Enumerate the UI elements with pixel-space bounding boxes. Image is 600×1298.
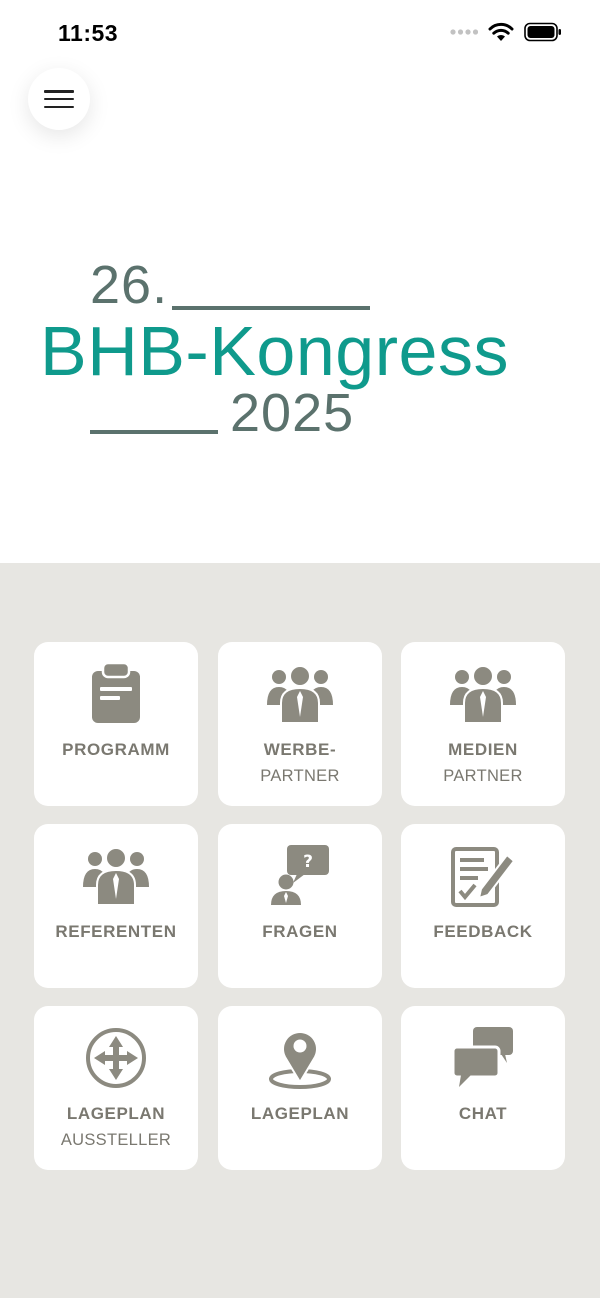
tile-sublabel: PARTNER	[443, 767, 523, 785]
tile-referenten[interactable]: REFERENTEN	[34, 824, 198, 988]
question-bubble-icon: ?	[269, 844, 331, 908]
group-icon	[266, 662, 334, 726]
tile-label: REFERENTEN	[55, 922, 177, 941]
tile-label: FEEDBACK	[433, 922, 533, 941]
tile-feedback[interactable]: FEEDBACK	[401, 824, 565, 988]
tile-label: MEDIEN	[448, 740, 518, 759]
clipboard-icon	[90, 662, 142, 726]
tile-chat[interactable]: CHAT	[401, 1006, 565, 1170]
tile-label: WERBE-	[263, 740, 337, 759]
tile-programm[interactable]: PROGRAMM	[34, 642, 198, 806]
signal-dots-icon	[450, 29, 478, 35]
map-pin-icon	[268, 1026, 332, 1090]
hamburger-icon	[44, 90, 74, 108]
logo-edition: 26.	[90, 255, 169, 315]
compass-arrows-icon	[85, 1026, 147, 1090]
menu-button[interactable]	[28, 68, 90, 130]
status-bar: 11:53	[0, 0, 600, 70]
tile-label: LAGEPLAN	[250, 1104, 350, 1123]
logo-line-top	[172, 306, 370, 310]
tile-sublabel: PARTNER	[260, 767, 340, 785]
menu-grid: PROGRAMM WERBE- PARTNER MEDIEN PARTNER R…	[0, 563, 600, 1298]
svg-text:?: ?	[303, 852, 313, 872]
group-icon	[449, 662, 517, 726]
logo-year: 2025	[230, 383, 355, 443]
tile-lageplan-aussteller[interactable]: LAGEPLAN AUSSTELLER	[34, 1006, 198, 1170]
tile-label: LAGEPLAN	[66, 1104, 166, 1123]
wifi-icon	[488, 22, 514, 41]
congress-logo: 26. BHB-Kongress 2025	[0, 250, 600, 450]
logo-title: BHB-Kongress	[40, 312, 509, 390]
tile-lageplan[interactable]: LAGEPLAN	[218, 1006, 382, 1170]
tile-label: CHAT	[458, 1104, 508, 1123]
tile-label: PROGRAMM	[62, 740, 170, 759]
tile-label: FRAGEN	[262, 922, 338, 941]
tile-fragen[interactable]: ? FRAGEN	[218, 824, 382, 988]
edit-document-icon	[451, 844, 515, 908]
logo-line-bottom	[90, 430, 218, 434]
tile-medienpartner[interactable]: MEDIEN PARTNER	[401, 642, 565, 806]
tile-werbepartner[interactable]: WERBE- PARTNER	[218, 642, 382, 806]
group-icon	[82, 844, 150, 908]
tile-sublabel: AUSSTELLER	[60, 1131, 172, 1149]
status-time: 11:53	[58, 20, 119, 46]
status-icons	[450, 22, 562, 42]
battery-icon	[524, 22, 561, 42]
chat-bubbles-icon	[451, 1026, 515, 1090]
